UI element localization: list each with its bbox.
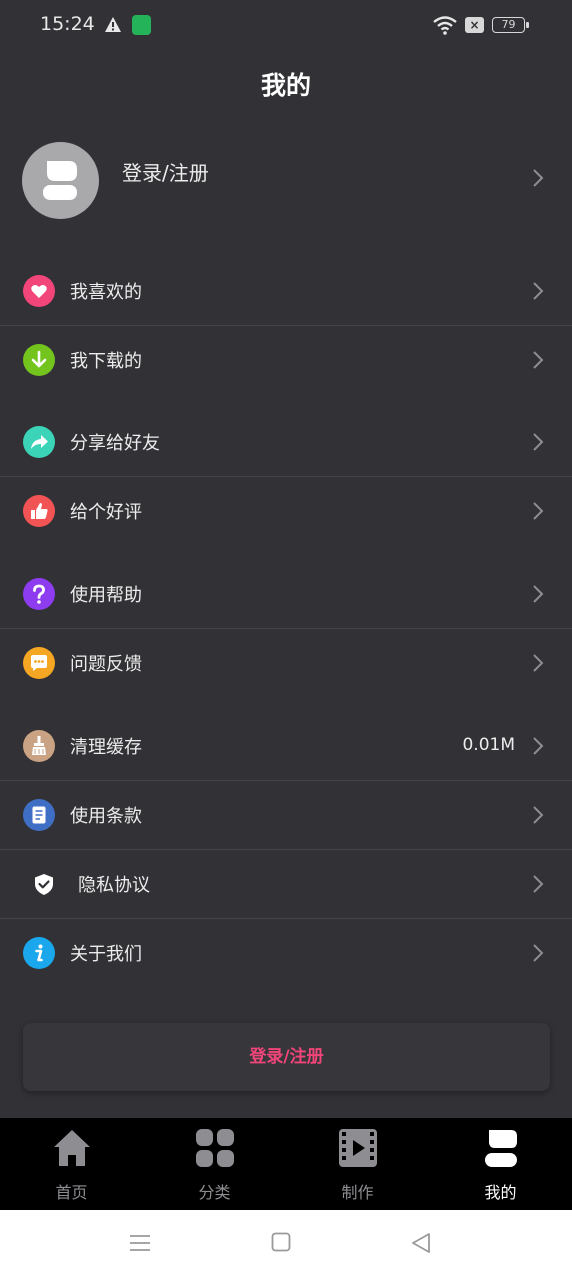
info-icon (23, 937, 55, 969)
grid-icon (196, 1129, 234, 1167)
tab-label: 我的 (484, 1183, 517, 1202)
tab-label: 首页 (55, 1183, 88, 1202)
login-register-button[interactable]: 登录/注册 (23, 1023, 550, 1091)
thumbs-up-icon (23, 495, 55, 527)
menu-item-label: 问题反馈 (70, 654, 142, 675)
menu-item-rate[interactable]: 给个好评 (0, 476, 572, 544)
page-title: 我的 (260, 71, 311, 100)
profile-login-label[interactable]: 登录/注册 (122, 157, 209, 186)
document-icon (23, 799, 55, 831)
menu-item-share[interactable]: 分享给好友 (0, 408, 572, 476)
menu-item-label: 清理缓存 (70, 737, 142, 758)
back-triangle-icon[interactable] (410, 1232, 432, 1254)
menu-item-label: 我喜欢的 (70, 282, 142, 303)
tab-create[interactable]: 制作 (286, 1118, 429, 1210)
menu-item-label: 关于我们 (70, 944, 142, 965)
user-avatar-icon (22, 142, 99, 219)
chevron-right-icon (533, 737, 544, 755)
bottom-tab-bar: 首页 分类 制作 我的 (0, 1118, 572, 1210)
chevron-right-icon (533, 654, 544, 672)
menu-item-label: 分享给好友 (70, 433, 160, 454)
chevron-right-icon (533, 351, 544, 369)
shield-icon (30, 868, 62, 900)
share-icon (23, 426, 55, 458)
menu-item-help[interactable]: 使用帮助 (0, 560, 572, 628)
chevron-right-icon (533, 875, 544, 893)
menu-item-about[interactable]: 关于我们 (0, 918, 572, 986)
film-icon (339, 1129, 377, 1167)
tab-category[interactable]: 分类 (143, 1118, 286, 1210)
help-icon (23, 578, 55, 610)
chevron-right-icon (533, 585, 544, 603)
user-icon (485, 1130, 517, 1167)
menu-item-label: 使用帮助 (70, 585, 142, 606)
feedback-icon (23, 647, 55, 679)
alert-icon (105, 17, 121, 32)
cache-size-value: 0.01M (462, 735, 515, 755)
chevron-right-icon (533, 806, 544, 824)
system-navigation-bar (0, 1210, 572, 1280)
status-bar: 15:24 × 79 (0, 0, 572, 52)
app-notification-icon (132, 15, 151, 35)
no-sim-icon: × (465, 17, 484, 33)
menu-item-privacy[interactable]: 隐私协议 (0, 849, 572, 917)
menu-item-downloads[interactable]: 我下载的 (0, 325, 572, 393)
menu-item-terms[interactable]: 使用条款 (0, 780, 572, 848)
menu-item-label: 给个好评 (70, 502, 142, 523)
wifi-icon (433, 16, 457, 35)
battery-icon: 79 (492, 17, 529, 33)
status-time: 15:24 (40, 13, 95, 35)
heart-icon (23, 275, 55, 307)
tab-home[interactable]: 首页 (0, 1118, 143, 1210)
home-square-icon[interactable] (271, 1232, 291, 1252)
menu-item-feedback[interactable]: 问题反馈 (0, 628, 572, 696)
chevron-right-icon (533, 502, 544, 520)
chevron-right-icon (533, 169, 544, 187)
tab-label: 制作 (341, 1183, 374, 1202)
menu-icon[interactable] (129, 1232, 151, 1254)
chevron-right-icon (533, 282, 544, 300)
tab-label: 分类 (198, 1183, 231, 1202)
broom-icon (23, 730, 55, 762)
menu-item-favorites[interactable]: 我喜欢的 (0, 257, 572, 325)
tab-mine[interactable]: 我的 (429, 1118, 572, 1210)
menu-item-label: 我下载的 (70, 351, 142, 372)
download-icon (23, 344, 55, 376)
menu-item-label: 使用条款 (70, 806, 142, 827)
chevron-right-icon (533, 433, 544, 451)
menu-item-label: 隐私协议 (78, 875, 150, 896)
menu-item-clear-cache[interactable]: 清理缓存 0.01M (0, 712, 572, 780)
home-icon (54, 1130, 90, 1166)
chevron-right-icon (533, 944, 544, 962)
profile-row[interactable]: 登录/注册 (0, 140, 572, 220)
